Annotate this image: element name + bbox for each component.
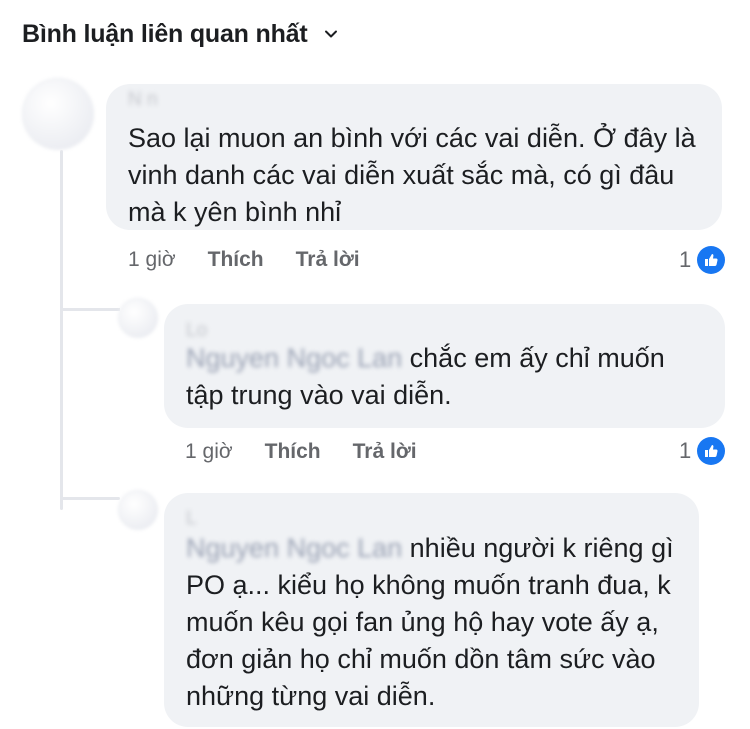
thread-branch	[60, 308, 120, 311]
reply-bubble: Lo Nguyen Ngoc Lan chắc em ấy chỉ muốn t…	[164, 304, 725, 428]
reply-author[interactable]: L	[186, 507, 677, 531]
avatar[interactable]	[22, 78, 94, 150]
reply-author[interactable]: Lo	[186, 320, 703, 342]
reply-bubble: L Nguyen Ngoc Lan nhiều người k riêng gì…	[164, 493, 699, 727]
thread-line	[60, 150, 63, 510]
reply-time[interactable]: 1 giờ	[185, 440, 233, 464]
reply-button[interactable]: Trả lời	[296, 248, 360, 272]
like-button[interactable]: Thích	[265, 440, 321, 464]
comment-time[interactable]: 1 giờ	[128, 248, 176, 272]
reply-text: Nguyen Ngoc Lan chắc em ấy chỉ muốn tập …	[186, 340, 703, 414]
avatar[interactable]	[118, 298, 158, 338]
chevron-down-icon	[325, 30, 338, 38]
like-button[interactable]: Thích	[208, 248, 264, 272]
reply-text: Nguyen Ngoc Lan nhiều người k riêng gì P…	[186, 530, 677, 715]
reaction-number: 1	[679, 247, 692, 272]
reply-button[interactable]: Trả lời	[353, 440, 417, 464]
avatar[interactable]	[118, 490, 158, 530]
thread-branch	[60, 497, 120, 500]
reaction-number: 1	[679, 438, 692, 463]
sort-label: Bình luận liên quan nhất	[22, 19, 308, 48]
reply-actions: 1 giờ Thích Trả lời	[185, 440, 449, 464]
comment-bubble: N n Sao lại muon an bình với các vai diễ…	[106, 84, 722, 230]
comment-sort-dropdown[interactable]: Bình luận liên quan nhất	[22, 16, 339, 52]
comment-text: Sao lại muon an bình với các vai diễn. Ở…	[128, 123, 696, 227]
comment-actions: 1 giờ Thích Trả lời	[128, 248, 392, 272]
mention-link[interactable]: Nguyen Ngoc Lan	[186, 533, 402, 563]
thumbs-up-icon	[697, 437, 726, 465]
reaction-count[interactable]: 1	[679, 246, 726, 274]
thumbs-up-icon	[697, 246, 726, 274]
reaction-count[interactable]: 1	[679, 437, 726, 465]
comment-author[interactable]: N n	[128, 86, 700, 114]
mention-link[interactable]: Nguyen Ngoc Lan	[186, 343, 402, 373]
